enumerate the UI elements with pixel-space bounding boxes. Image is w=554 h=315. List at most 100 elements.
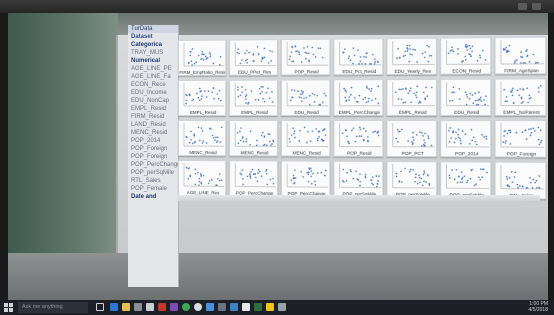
chart-thumbnail[interactable]: FIRM_AgeSpan	[494, 36, 547, 75]
scatter-point	[310, 175, 313, 178]
panel-item[interactable]: ECON_Rece	[128, 81, 178, 89]
panel-item[interactable]: POP_Female	[128, 185, 178, 193]
scatter-point	[312, 53, 315, 56]
panel-item[interactable]: POP_PercChange	[128, 161, 178, 169]
chart-thumbnail[interactable]: AGE_LINE_Res	[178, 160, 227, 197]
chart-thumbnail[interactable]: EMPL_Resid	[178, 79, 227, 116]
panel-item[interactable]: AGE_LINE_Fa	[128, 73, 178, 81]
panel-item[interactable]: AGE_LINE_PE	[128, 65, 178, 73]
panel-item[interactable]: Dataset	[128, 33, 178, 41]
scatter-point	[408, 60, 411, 63]
panel-group-label[interactable]: Numerical	[128, 57, 178, 65]
chart-thumbnail[interactable]: POP_Resid	[280, 38, 331, 76]
panel-item[interactable]: POP_2014	[128, 137, 178, 145]
app-icon[interactable]	[218, 303, 226, 311]
chart-thumbnail[interactable]: POP_PercChange	[280, 160, 331, 198]
scatter-point	[540, 139, 543, 142]
chart-thumbnail[interactable]: EDU_PPer_Res	[229, 39, 278, 76]
panel-item[interactable]: POP_Foreign	[128, 153, 178, 161]
chart-thumbnail[interactable]: POP_perSqMile	[440, 161, 492, 199]
chart-thumbnail[interactable]: POP_Resid	[333, 120, 384, 157]
panel-item[interactable]: EMPL_Resid	[128, 105, 178, 113]
panel-group-label[interactable]: Date and	[128, 193, 178, 201]
scatter-point	[468, 97, 471, 100]
minimize-icon[interactable]	[518, 3, 527, 10]
chart-thumbnail[interactable]: EDU_Pct_Resid	[333, 38, 384, 76]
panel-item[interactable]: FIRM_Resid	[128, 113, 178, 121]
close-icon[interactable]	[532, 3, 541, 10]
chart-thumbnail[interactable]: POP_2014	[440, 120, 492, 158]
chart-thumbnail[interactable]: MENC_Resid	[229, 120, 278, 157]
task-view-icon[interactable]	[96, 303, 104, 311]
scatter-point	[242, 183, 244, 186]
data-panel[interactable]: TurData Dataset Categorica TRAY_MUS Numeric…	[128, 25, 179, 287]
system-clock[interactable]: 1:00 PM 4/5/2018	[529, 301, 548, 313]
chart-thumbnail[interactable]: EDU_Resid	[280, 79, 331, 116]
panel-item[interactable]: EDU_NonCap	[128, 97, 178, 105]
scatter-point	[400, 128, 403, 131]
panel-item[interactable]: EDU_Income	[128, 89, 178, 97]
chart-thumbnail[interactable]: POP_perSqMile	[386, 161, 437, 199]
chart-thumbnail[interactable]: POP_PCT	[386, 120, 437, 158]
scatter-point	[208, 53, 211, 55]
chart-thumbnail[interactable]: EMPL_NoParent	[494, 78, 547, 116]
chart-thumbnail[interactable]: POP_perSqMile	[333, 160, 384, 198]
scatter-point	[359, 60, 362, 63]
chart-thumbnail[interactable]: ECON_Resid	[440, 37, 492, 75]
chart-thumbnail[interactable]: EMPL_Resid	[386, 78, 437, 116]
app-icon[interactable]	[254, 303, 262, 311]
scatter-point	[342, 51, 344, 54]
app-icon[interactable]	[206, 303, 214, 311]
chart-thumbnail[interactable]: EDU_Yearly_Res	[386, 37, 437, 75]
panel-item[interactable]: POP_perSqMile	[128, 169, 178, 177]
panel-item[interactable]: MENC_Resid	[128, 129, 178, 137]
taskbar-search-input[interactable]: Ask me anything	[18, 302, 88, 313]
chart-thumbnail[interactable]: EMPL_PercChange	[333, 79, 384, 116]
file-explorer-icon[interactable]	[122, 303, 130, 311]
app-icon[interactable]	[278, 303, 286, 311]
scatter-point	[249, 173, 251, 175]
chart-thumbnail[interactable]: POP_Foreign	[494, 120, 547, 158]
chrome-icon[interactable]	[182, 303, 190, 311]
scatter-point	[521, 185, 524, 188]
scatter-point	[508, 177, 511, 179]
scatter-point	[465, 43, 468, 46]
app-icon[interactable]	[170, 303, 178, 311]
app-icon[interactable]	[194, 303, 202, 311]
scatter-point	[294, 136, 296, 139]
scatter-point	[308, 60, 310, 63]
app-icon[interactable]	[158, 303, 166, 311]
edge-icon[interactable]	[110, 303, 118, 311]
panel-item[interactable]: POP_Foreign	[128, 145, 178, 153]
scatter-point	[367, 100, 370, 103]
app-icon[interactable]	[266, 303, 274, 311]
scatter-point	[322, 139, 325, 142]
scatter-point	[424, 141, 426, 144]
scatter-point	[515, 131, 518, 134]
store-icon[interactable]	[134, 303, 142, 311]
scatter-point	[412, 142, 414, 145]
scatter-point	[395, 172, 398, 175]
mail-icon[interactable]	[146, 303, 154, 311]
scatter-point	[314, 56, 317, 58]
chart-thumbnail[interactable]: MENC_Resid	[178, 120, 227, 157]
app-icon[interactable]	[230, 303, 238, 311]
panel-group-label[interactable]: Categorica	[128, 41, 178, 49]
panel-item[interactable]: RTL_Sales	[128, 177, 178, 185]
panel-item[interactable]: TRAY_MUS	[128, 49, 178, 57]
chart-thumbnail[interactable]: POP_PercChange	[229, 160, 278, 197]
unity-icon[interactable]	[242, 303, 250, 311]
scatter-point	[477, 103, 480, 106]
scatter-point	[291, 46, 294, 49]
scatter-point	[528, 60, 531, 63]
chart-thumbnail[interactable]: FIRM_EmpRatio_Resid	[178, 39, 227, 76]
chart-thumbnail[interactable]: MENC_Resid	[280, 120, 331, 157]
chart-thumbnail[interactable]: RTL_Sales	[494, 161, 547, 200]
windows-start-icon[interactable]	[4, 303, 13, 312]
scatter-point	[449, 177, 451, 179]
chart-thumbnail[interactable]: EDU_Resid	[440, 78, 492, 116]
chart-thumbnail[interactable]: EMPL_Resid	[229, 79, 278, 116]
scatter-point	[427, 60, 430, 63]
panel-item[interactable]: LAND_Resid	[128, 121, 178, 129]
scatter-point	[534, 181, 537, 184]
